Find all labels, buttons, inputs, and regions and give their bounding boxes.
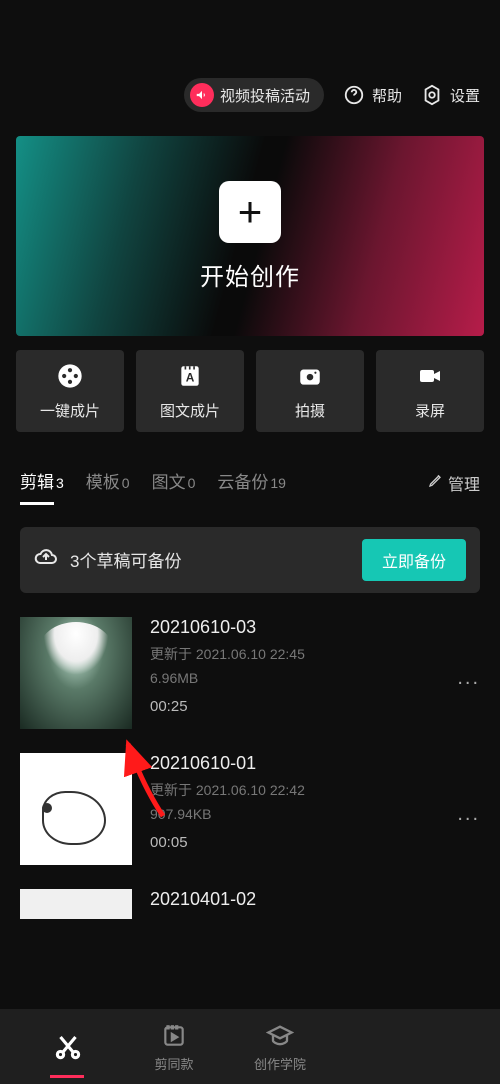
draft-thumbnail bbox=[20, 617, 132, 729]
draft-item[interactable]: 20210610-01 更新于 2021.06.10 22:42 907.94K… bbox=[20, 753, 480, 865]
nav-academy-label: 创作学院 bbox=[254, 1054, 306, 1073]
draft-size: 6.96MB bbox=[150, 670, 480, 686]
tab-image-text[interactable]: 图文 0 bbox=[152, 468, 196, 493]
megaphone-icon bbox=[190, 83, 214, 107]
draft-title: 20210401-02 bbox=[150, 889, 480, 910]
svg-text:A: A bbox=[186, 370, 195, 384]
video-activity-label: 视频投稿活动 bbox=[220, 85, 310, 106]
image-text-film-label: 图文成片 bbox=[160, 400, 220, 421]
draft-thumbnail bbox=[20, 753, 132, 865]
nav-same-style[interactable]: 剪同款 bbox=[144, 1021, 204, 1073]
draft-updated: 更新于 2021.06.10 22:42 bbox=[150, 780, 480, 800]
draft-updated: 更新于 2021.06.10 22:45 bbox=[150, 644, 480, 664]
text-doc-icon: A bbox=[177, 362, 203, 390]
draft-more-button[interactable]: ... bbox=[457, 803, 480, 826]
backup-message: 3个草稿可备份 bbox=[70, 547, 350, 572]
draft-duration: 00:05 bbox=[150, 834, 480, 851]
video-icon bbox=[416, 362, 444, 390]
tab-edit[interactable]: 剪辑 3 bbox=[20, 468, 64, 493]
shoot-button[interactable]: 拍摄 bbox=[256, 350, 364, 432]
draft-title: 20210610-03 bbox=[150, 617, 480, 638]
nav-same-label: 剪同款 bbox=[154, 1054, 193, 1073]
backup-now-label: 立即备份 bbox=[382, 548, 446, 572]
tab-active-indicator bbox=[20, 502, 54, 505]
help-button[interactable]: 帮助 bbox=[342, 83, 402, 107]
one-click-film-button[interactable]: 一键成片 bbox=[16, 350, 124, 432]
camera-icon bbox=[297, 362, 323, 390]
tab-image-text-label: 图文 bbox=[152, 468, 186, 493]
draft-more-button[interactable]: ... bbox=[457, 667, 480, 690]
video-activity-pill[interactable]: 视频投稿活动 bbox=[184, 78, 324, 112]
draft-title: 20210610-01 bbox=[150, 753, 480, 774]
nav-edit[interactable] bbox=[38, 1032, 98, 1062]
tab-template-count: 0 bbox=[122, 475, 130, 491]
backup-bar: 3个草稿可备份 立即备份 bbox=[20, 527, 480, 593]
tab-template-label: 模板 bbox=[86, 468, 120, 493]
film-reel-icon bbox=[56, 362, 84, 390]
start-create-label: 开始创作 bbox=[200, 257, 300, 292]
manage-button[interactable]: 管理 bbox=[428, 471, 480, 495]
settings-button[interactable]: 设置 bbox=[420, 83, 480, 107]
one-click-label: 一键成片 bbox=[40, 400, 100, 421]
tab-cloud-label: 云备份 bbox=[217, 468, 268, 493]
backup-now-button[interactable]: 立即备份 bbox=[362, 539, 466, 581]
bottom-nav: 剪同款 创作学院 bbox=[0, 1009, 500, 1084]
tab-cloud[interactable]: 云备份 19 bbox=[217, 468, 286, 493]
nav-active-indicator bbox=[50, 1075, 84, 1078]
tab-image-text-count: 0 bbox=[188, 475, 196, 491]
nav-academy[interactable]: 创作学院 bbox=[250, 1021, 310, 1073]
settings-label: 设置 bbox=[450, 85, 480, 106]
shoot-label: 拍摄 bbox=[295, 400, 325, 421]
template-icon bbox=[161, 1021, 187, 1051]
help-label: 帮助 bbox=[372, 85, 402, 106]
draft-item[interactable]: 20210610-03 更新于 2021.06.10 22:45 6.96MB … bbox=[20, 617, 480, 729]
start-create-hero[interactable]: 开始创作 bbox=[16, 136, 484, 336]
scissors-icon bbox=[53, 1032, 83, 1062]
record-screen-label: 录屏 bbox=[415, 400, 445, 421]
gear-icon bbox=[420, 83, 444, 107]
cloud-upload-icon bbox=[34, 545, 58, 574]
draft-size: 907.94KB bbox=[150, 806, 480, 822]
tab-edit-label: 剪辑 bbox=[20, 468, 54, 493]
pencil-icon bbox=[428, 472, 444, 493]
draft-duration: 00:25 bbox=[150, 698, 480, 715]
manage-label: 管理 bbox=[448, 471, 480, 495]
draft-item[interactable]: 20210401-02 bbox=[20, 889, 480, 919]
tab-template[interactable]: 模板 0 bbox=[86, 468, 130, 493]
tab-edit-count: 3 bbox=[56, 475, 64, 491]
graduation-cap-icon bbox=[266, 1021, 294, 1051]
help-icon bbox=[342, 83, 366, 107]
plus-icon bbox=[219, 181, 281, 243]
image-text-film-button[interactable]: A 图文成片 bbox=[136, 350, 244, 432]
draft-thumbnail bbox=[20, 889, 132, 919]
tab-cloud-count: 19 bbox=[270, 475, 286, 491]
record-screen-button[interactable]: 录屏 bbox=[376, 350, 484, 432]
